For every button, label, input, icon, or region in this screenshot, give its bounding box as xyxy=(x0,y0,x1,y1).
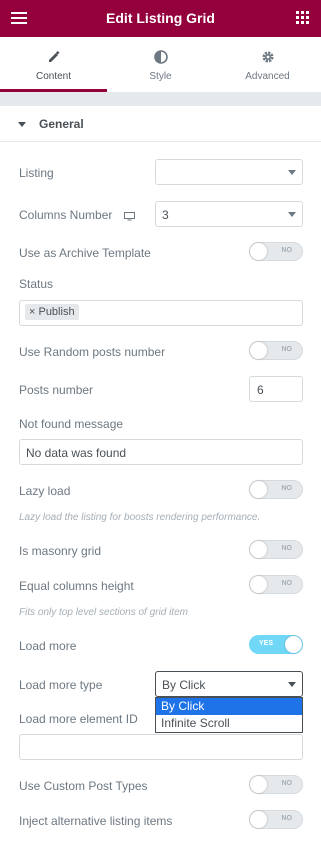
toggle-text: NO xyxy=(281,247,293,254)
toggle-text: NO xyxy=(281,780,293,787)
tab-advanced-label: Advanced xyxy=(245,71,290,82)
toggle-text: NO xyxy=(281,815,293,822)
listing-label: Listing xyxy=(19,166,54,180)
tab-divider xyxy=(0,92,321,106)
toggle-knob xyxy=(250,342,267,359)
tab-content[interactable]: Content xyxy=(0,37,107,92)
lazy-load-note: Lazy load the listing for boosts renderi… xyxy=(19,512,261,523)
half-circle-icon xyxy=(107,50,214,64)
equal-height-label: Equal columns height xyxy=(19,579,134,593)
lazy-load-label: Lazy load xyxy=(19,484,71,498)
toggle-knob xyxy=(250,243,267,260)
load-more-id-input[interactable] xyxy=(19,734,303,760)
masonry-toggle[interactable]: NO xyxy=(249,540,303,559)
custom-post-types-label: Use Custom Post Types xyxy=(19,779,148,793)
inject-toggle[interactable]: NO xyxy=(249,810,303,829)
section-general-header[interactable]: General xyxy=(0,106,321,142)
panel-title: Edit Listing Grid xyxy=(106,10,215,26)
toggle-knob xyxy=(285,636,302,653)
archive-toggle[interactable]: NO xyxy=(249,242,303,261)
toggle-knob xyxy=(250,576,267,593)
load-more-type-value: By Click xyxy=(162,678,206,692)
equal-height-toggle[interactable]: NO xyxy=(249,575,303,594)
status-tag-publish[interactable]: × Publish xyxy=(25,304,79,320)
load-more-type-label: Load more type xyxy=(19,678,103,692)
masonry-label: Is masonry grid xyxy=(19,544,102,558)
chevron-down-icon xyxy=(288,682,296,687)
toggle-text: NO xyxy=(281,346,293,353)
grid-icon[interactable] xyxy=(296,11,309,24)
pencil-icon xyxy=(0,50,107,64)
not-found-input[interactable]: No data was found xyxy=(19,439,303,465)
archive-label: Use as Archive Template xyxy=(19,246,151,260)
status-label: Status xyxy=(19,277,54,291)
posts-number-input[interactable]: 6 xyxy=(249,376,303,402)
panel-tabs: Content Style Advanced xyxy=(0,37,321,92)
inject-label: Inject alternative listing items xyxy=(19,814,173,828)
panel-header: Edit Listing Grid xyxy=(0,0,321,37)
random-label: Use Random posts number xyxy=(19,345,166,359)
equal-height-note: Fits only top level sections of grid ite… xyxy=(19,607,188,618)
columns-label: Columns Number xyxy=(19,208,113,222)
section-title: General xyxy=(39,117,84,131)
toggle-text: NO xyxy=(281,545,293,552)
tab-style-label: Style xyxy=(149,71,172,82)
custom-post-types-toggle[interactable]: NO xyxy=(249,775,303,794)
toggle-knob xyxy=(250,481,267,498)
posts-number-label: Posts number xyxy=(19,383,94,397)
listing-select[interactable] xyxy=(155,159,303,185)
not-found-label: Not found message xyxy=(19,417,124,431)
caret-down-icon xyxy=(18,122,26,127)
toggle-text: NO xyxy=(281,485,293,492)
chevron-down-icon xyxy=(288,170,296,175)
load-more-type-select[interactable]: By Click xyxy=(155,671,303,697)
load-more-label: Load more xyxy=(19,639,77,653)
dropdown-option-infinite-scroll[interactable]: Infinite Scroll xyxy=(156,715,302,732)
toggle-knob xyxy=(250,776,267,793)
random-toggle[interactable]: NO xyxy=(249,341,303,360)
posts-number-value: 6 xyxy=(257,383,264,397)
toggle-knob xyxy=(250,541,267,558)
desktop-icon[interactable] xyxy=(124,208,135,221)
load-more-toggle[interactable]: YES xyxy=(249,635,303,654)
load-more-type-dropdown: By Click Infinite Scroll xyxy=(155,697,303,733)
gear-icon xyxy=(214,50,321,64)
tab-advanced[interactable]: Advanced xyxy=(214,37,321,92)
columns-select[interactable]: 3 xyxy=(155,201,303,227)
load-more-id-label: Load more element ID xyxy=(19,712,138,726)
columns-value: 3 xyxy=(162,208,169,222)
tab-style[interactable]: Style xyxy=(107,37,214,92)
toggle-knob xyxy=(250,811,267,828)
toggle-text: YES xyxy=(259,640,274,647)
toggle-text: NO xyxy=(281,580,293,587)
not-found-value: No data was found xyxy=(26,446,127,460)
dropdown-option-by-click[interactable]: By Click xyxy=(156,698,302,715)
chevron-down-icon xyxy=(288,212,296,217)
tab-content-label: Content xyxy=(35,71,72,82)
lazy-load-toggle[interactable]: NO xyxy=(249,480,303,499)
